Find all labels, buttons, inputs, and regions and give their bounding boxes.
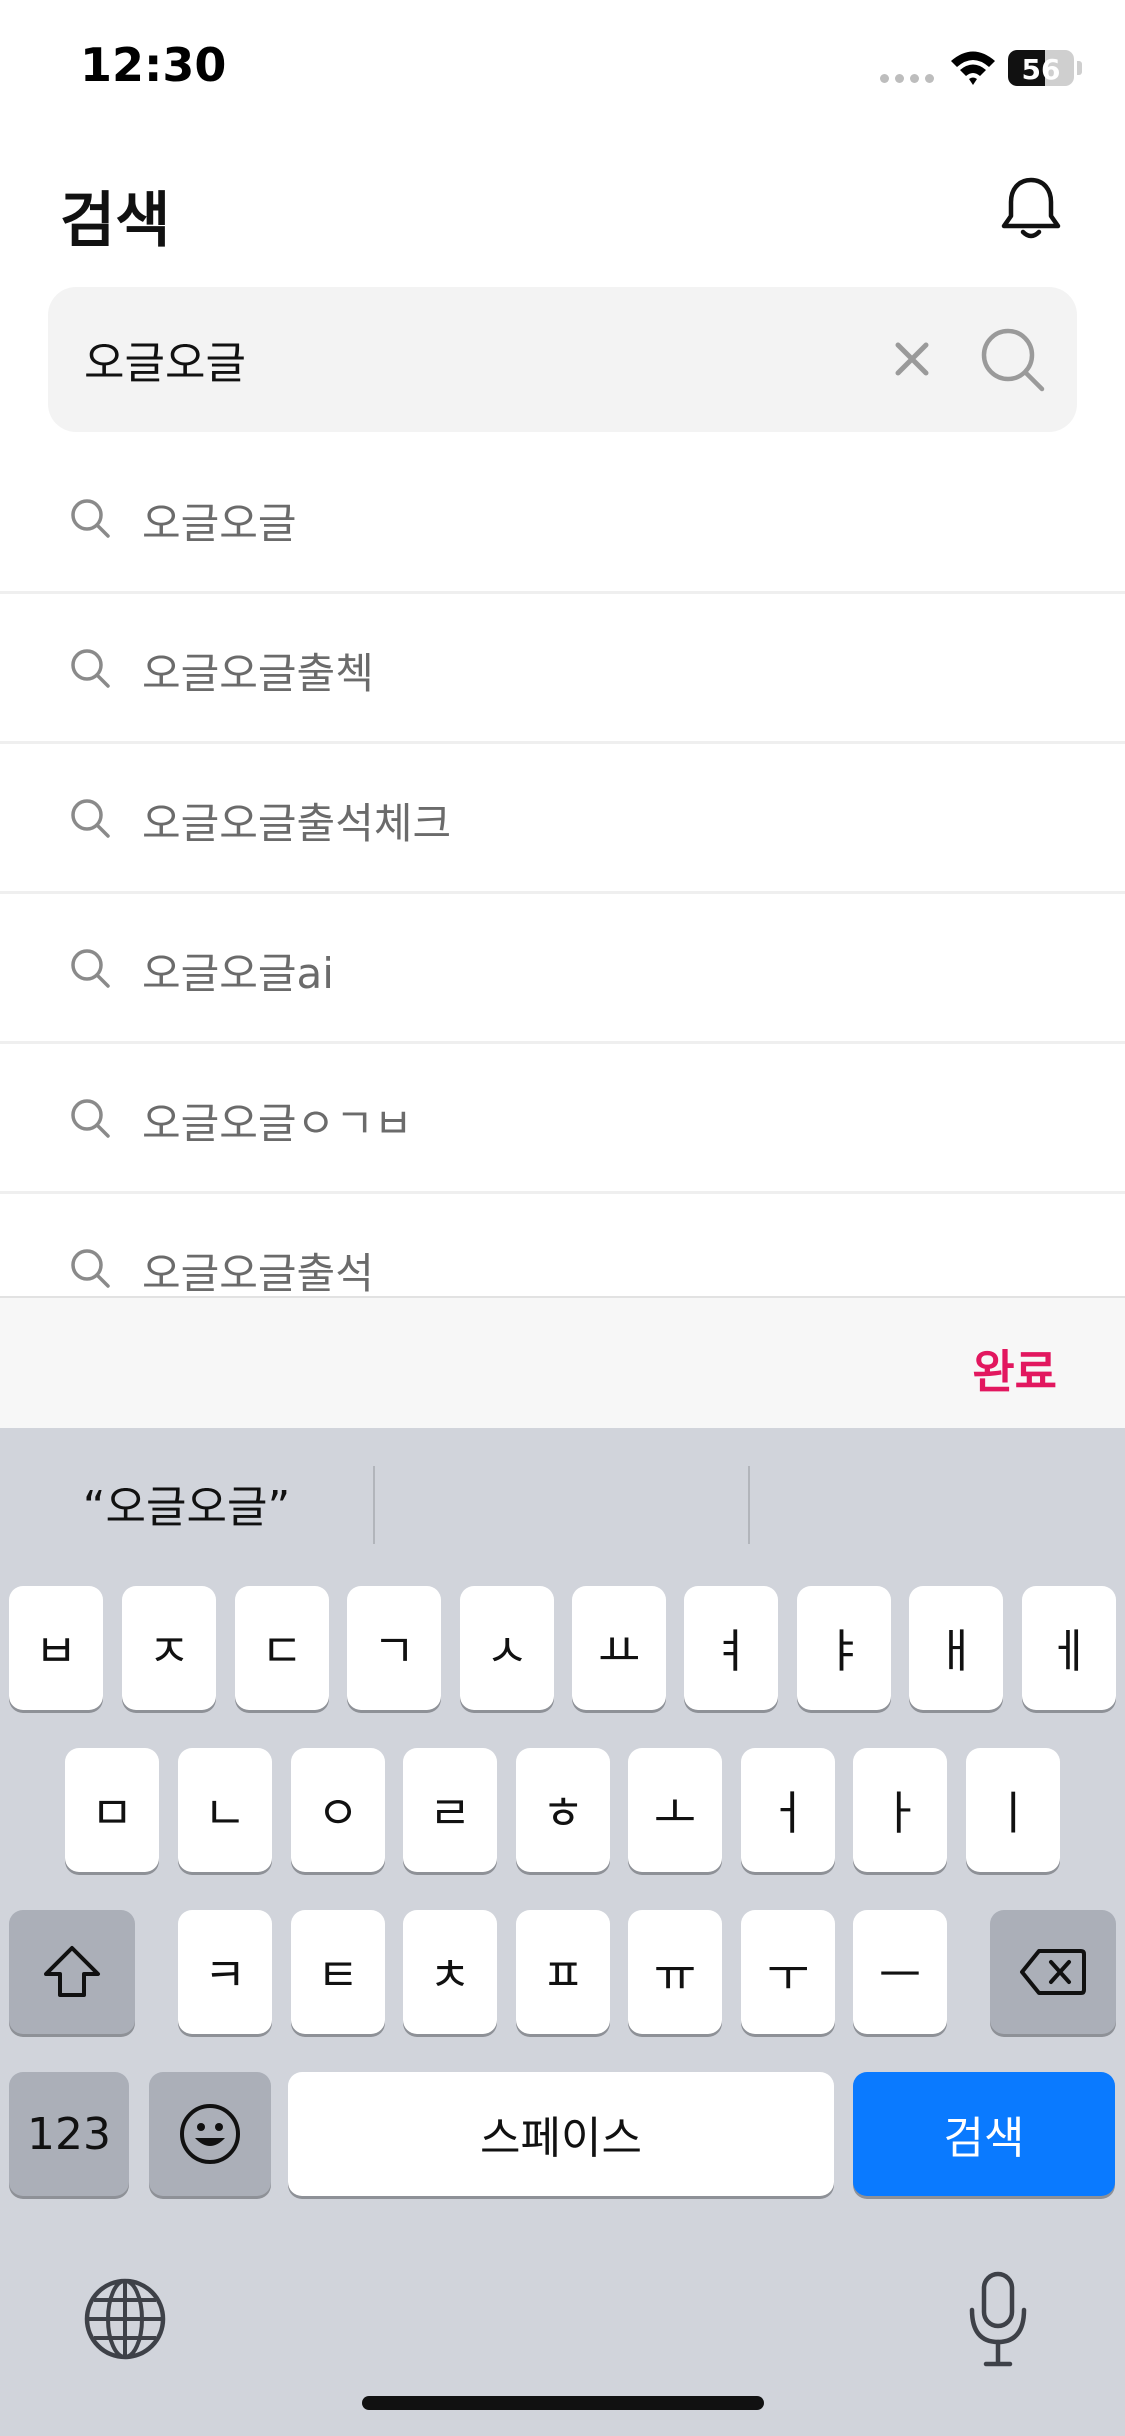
battery-indicator: 56 [1008, 50, 1074, 86]
key[interactable]: ㄷ [235, 1586, 329, 1710]
key[interactable]: ㅋ [178, 1910, 272, 2034]
emoji-key[interactable] [149, 2072, 271, 2196]
clear-icon[interactable] [884, 331, 940, 387]
key[interactable]: ㅗ [628, 1748, 722, 1872]
suggestion-item[interactable]: 오글오글ㅇㄱㅂ [0, 1044, 1125, 1194]
battery-level: 56 [1021, 53, 1061, 86]
key[interactable]: ㅌ [291, 1910, 385, 2034]
status-time: 12:30 [80, 38, 227, 92]
done-button[interactable]: 완료 [972, 1336, 1057, 1402]
key[interactable]: ㅔ [1022, 1586, 1116, 1710]
key[interactable]: ㅑ [797, 1586, 891, 1710]
suggestion-list: 오글오글 오글오글출첵 오글오글출석체크 오글오글ai 오글오글ㅇㄱㅂ 오글오글… [0, 444, 1125, 1296]
keyboard: “오글오글” ㅂ ㅈ ㄷ ㄱ ㅅ ㅛ ㅕ ㅑ ㅐ ㅔ ㅁ ㄴ ㅇ ㄹ ㅎ ㅗ ㅓ… [0, 1428, 1125, 2436]
emoji-icon [180, 2104, 240, 2164]
wifi-icon [951, 51, 995, 85]
key[interactable]: ㅍ [516, 1910, 610, 2034]
key[interactable]: ㅠ [628, 1910, 722, 2034]
search-icon [71, 799, 110, 838]
key[interactable]: ㅓ [741, 1748, 835, 1872]
key[interactable]: ㅊ [403, 1910, 497, 2034]
suggestion-item[interactable]: 오글오글출첵 [0, 594, 1125, 744]
key[interactable]: ㅏ [853, 1748, 947, 1872]
numbers-key[interactable]: 123 [9, 2072, 129, 2196]
page-title: 검색 [60, 186, 171, 256]
suggestion-item[interactable]: 오글오글ai [0, 894, 1125, 1044]
suggestion-item[interactable]: 오글오글출석체크 [0, 744, 1125, 894]
key[interactable]: ㅣ [966, 1748, 1060, 1872]
key[interactable]: ㄱ [347, 1586, 441, 1710]
prediction-item[interactable] [375, 1428, 748, 1578]
suggestion-item[interactable]: 오글오글 [0, 444, 1125, 594]
microphone-icon[interactable] [966, 2270, 1030, 2370]
prediction-bar: “오글오글” [0, 1428, 1125, 1578]
key[interactable]: ㅛ [572, 1586, 666, 1710]
search-icon[interactable] [976, 323, 1048, 395]
suggestion-label: 오글오글출석체크 [142, 799, 452, 848]
search-icon [71, 1249, 110, 1288]
search-icon [71, 949, 110, 988]
search-input[interactable] [84, 327, 864, 391]
key[interactable]: ㅡ [853, 1910, 947, 2034]
shift-icon [44, 1946, 100, 1997]
key[interactable]: ㅁ [65, 1748, 159, 1872]
search-box [48, 287, 1077, 432]
status-bar: 12:30 56 [0, 0, 1125, 140]
search-key[interactable]: 검색 [853, 2072, 1115, 2196]
suggestion-label: 오글오글ㅇㄱㅂ [142, 1099, 413, 1148]
search-icon [71, 649, 110, 688]
prediction-item[interactable] [750, 1428, 1125, 1578]
key[interactable]: ㅇ [291, 1748, 385, 1872]
key[interactable]: ㅐ [909, 1586, 1003, 1710]
search-icon [71, 1099, 110, 1138]
backspace-key[interactable] [990, 1910, 1116, 2034]
globe-icon[interactable] [82, 2276, 168, 2362]
key[interactable]: ㄹ [403, 1748, 497, 1872]
suggestion-label: 오글오글 [142, 499, 297, 548]
suggestion-label: 오글오글출석 [142, 1249, 374, 1296]
key[interactable]: ㄴ [178, 1748, 272, 1872]
suggestion-label: 오글오글ai [142, 949, 334, 998]
space-key[interactable]: 스페이스 [288, 2072, 834, 2196]
suggestion-label: 오글오글출첵 [142, 649, 374, 698]
key[interactable]: ㅕ [684, 1586, 778, 1710]
backspace-icon [1020, 1949, 1086, 1995]
suggestion-item[interactable]: 오글오글출석 [0, 1194, 1125, 1296]
signal-icon [880, 74, 934, 83]
key[interactable]: ㅈ [122, 1586, 216, 1710]
battery-cap [1077, 61, 1082, 75]
key[interactable]: ㅜ [741, 1910, 835, 2034]
key[interactable]: ㅎ [516, 1748, 610, 1872]
key[interactable]: ㅅ [460, 1586, 554, 1710]
keyboard-accessory-bar: 완료 [0, 1296, 1125, 1428]
shift-key[interactable] [9, 1910, 135, 2034]
key[interactable]: ㅂ [9, 1586, 103, 1710]
bell-icon[interactable] [998, 174, 1064, 244]
home-indicator[interactable] [362, 2396, 764, 2410]
search-icon [71, 499, 110, 538]
prediction-item[interactable]: “오글오글” [0, 1428, 373, 1578]
